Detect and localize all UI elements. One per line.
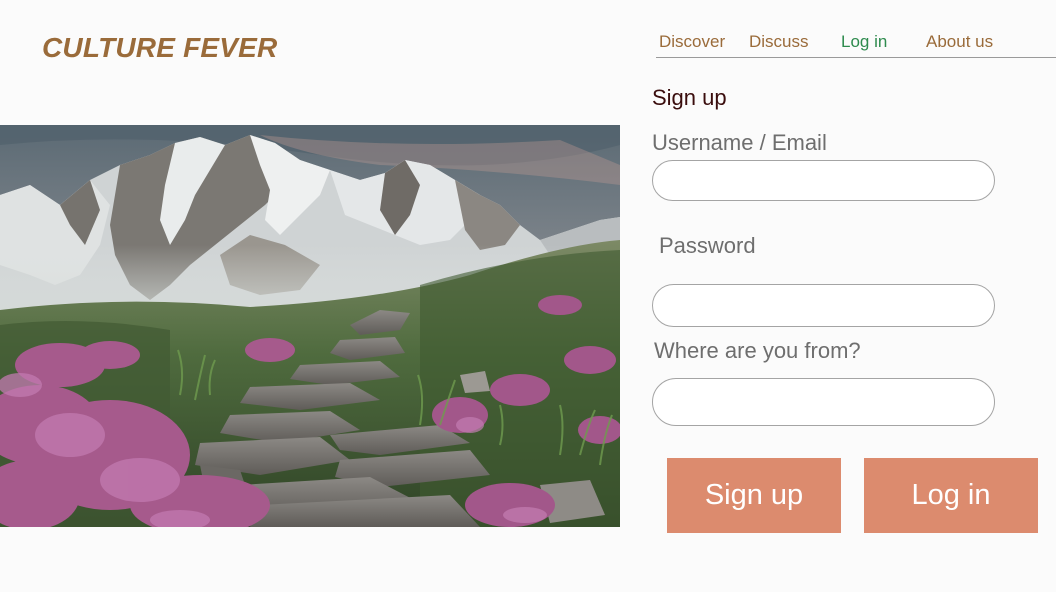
origin-label: Where are you from?	[654, 338, 861, 363]
password-label: Password	[659, 233, 756, 258]
sign-up-button[interactable]: Sign up	[667, 458, 841, 533]
nav-discover-link[interactable]: Discover	[659, 32, 725, 52]
username-label: Username / Email	[652, 130, 827, 155]
log-in-button[interactable]: Log in	[864, 458, 1038, 533]
hero-image	[0, 125, 620, 527]
mountain-landscape-illustration	[0, 125, 620, 527]
site-logo[interactable]: CULTURE FEVER	[42, 32, 277, 64]
nav-login-link[interactable]: Log in	[841, 32, 887, 52]
nav-about-link[interactable]: About us	[926, 32, 993, 52]
password-input[interactable]	[652, 284, 995, 327]
form-title: Sign up	[652, 85, 727, 110]
username-email-input[interactable]	[652, 160, 995, 201]
page: CULTURE FEVER Discover Discuss Log in Ab…	[0, 0, 1056, 592]
top-nav: Discover Discuss Log in About us	[656, 30, 1056, 58]
nav-discuss-link[interactable]: Discuss	[749, 32, 809, 52]
origin-input[interactable]	[652, 378, 995, 426]
